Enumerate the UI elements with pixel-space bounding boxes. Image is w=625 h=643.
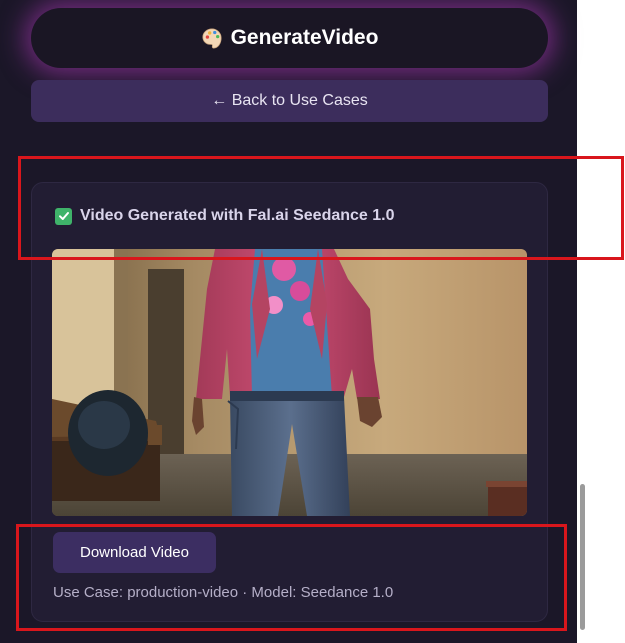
scrollbar-thumb[interactable] (580, 484, 585, 630)
annotation-box-status (18, 156, 624, 260)
back-to-use-cases-button[interactable]: ← Back to Use Cases (31, 80, 548, 122)
video-frame-image (52, 249, 527, 516)
video-player[interactable] (52, 249, 527, 516)
annotation-box-download (16, 524, 567, 631)
page-title: GenerateVideo (230, 26, 379, 49)
page-header: GenerateVideo (31, 8, 548, 68)
palette-icon (201, 27, 223, 49)
